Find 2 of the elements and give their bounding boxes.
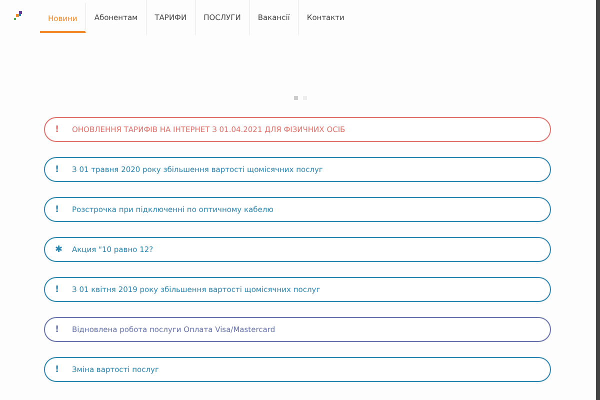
scrollbar[interactable] — [596, 0, 600, 400]
logo-icon[interactable] — [14, 11, 24, 21]
